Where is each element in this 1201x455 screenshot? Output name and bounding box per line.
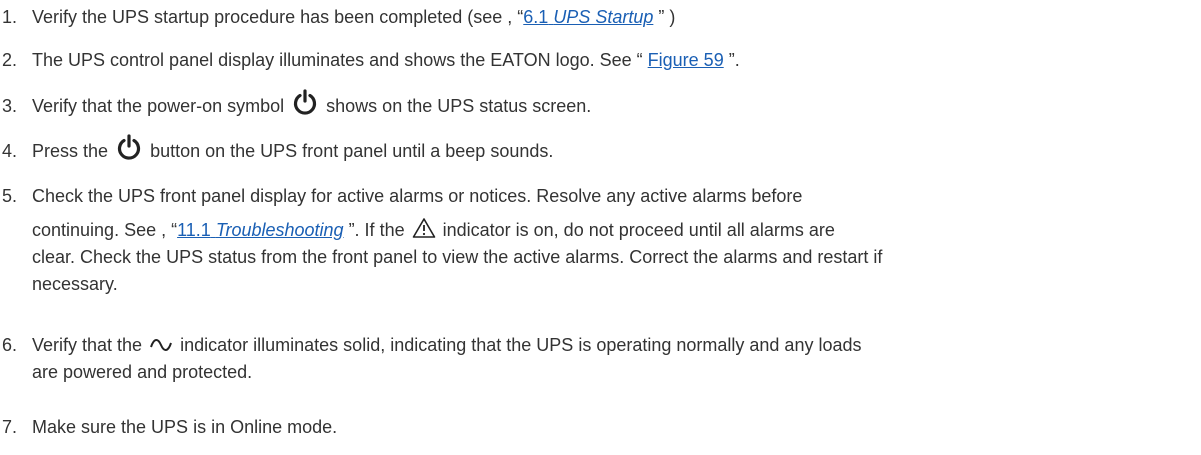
step-text: The UPS control panel display illuminate… (32, 50, 740, 70)
sine-wave-icon (149, 334, 173, 352)
step-text: Check the UPS front panel display for ac… (32, 183, 1181, 298)
step-text-line: continuing. See , “11.1 Troubleshooting … (32, 217, 1181, 244)
step-text-line: are powered and protected. (32, 362, 253, 382)
step-text: Verify that the power-on symbol shows on… (32, 89, 1181, 121)
link-troubleshooting[interactable]: 11.1 Troubleshooting (177, 220, 343, 240)
procedure-steps: 1. Verify the UPS startup procedure has … (0, 0, 1201, 455)
step-number: 5. (2, 186, 18, 206)
step-text-line: Verify that the indicator illuminates so… (32, 334, 862, 355)
step-text: Verify that the indicator illuminates so… (32, 332, 1181, 386)
link-ups-startup[interactable]: 6.1 UPS Startup (523, 7, 653, 27)
step-text-line: necessary. (32, 274, 118, 294)
step-number: 7. (2, 417, 18, 437)
warning-triangle-icon (412, 217, 436, 239)
step-text: Press the button on the UPS front panel … (32, 134, 1181, 166)
power-icon (115, 134, 143, 162)
step-text: Verify the UPS startup procedure has bee… (32, 7, 676, 27)
step-number: 1. (2, 7, 18, 27)
step-text-line: clear. Check the UPS status from the fro… (32, 247, 883, 267)
step-number: 3. (2, 96, 18, 116)
step-text-line: Check the UPS front panel display for ac… (32, 186, 803, 206)
link-figure-59[interactable]: Figure 59 (648, 50, 724, 70)
step-number: 4. (2, 141, 18, 161)
step-number: 2. (2, 50, 18, 70)
step-number: 6. (2, 335, 18, 355)
power-icon (291, 89, 319, 117)
step-text: Make sure the UPS is in Online mode. (32, 417, 338, 437)
